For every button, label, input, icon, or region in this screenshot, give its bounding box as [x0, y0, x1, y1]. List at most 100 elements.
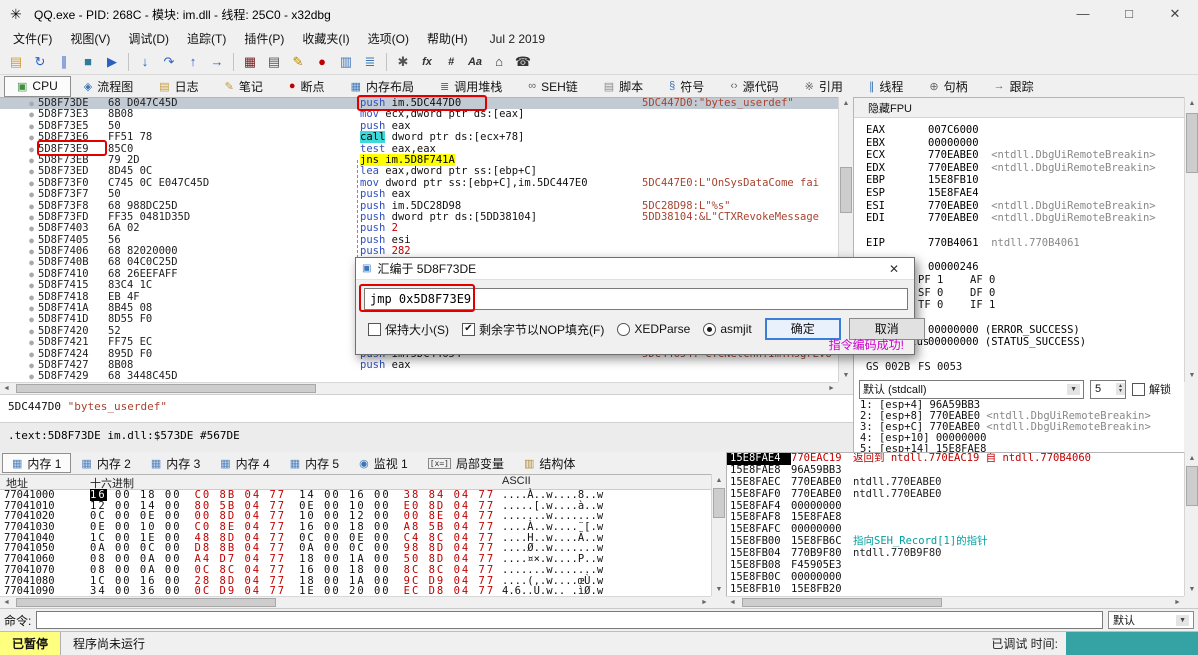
menu-item-view[interactable]: 视图(V)	[61, 28, 119, 49]
tab-graph[interactable]: ◈ 流程图	[71, 76, 146, 97]
notes-icon[interactable]: ✎	[286, 51, 310, 73]
keep-size-checkbox[interactable]: 保持大小(S)	[368, 321, 449, 338]
disasm-row[interactable]: ● 5D8F7429 68 3448C45D	[0, 370, 838, 382]
scroll-thumb[interactable]	[840, 167, 852, 213]
breakpoint-dot[interactable]: ●	[0, 235, 38, 246]
step-out-icon[interactable]: ↑	[181, 51, 205, 73]
settings-gear-icon[interactable]: ✱	[391, 51, 415, 73]
breakpoint-dot[interactable]: ●	[0, 223, 38, 234]
tab-memory-map[interactable]: ▦ 内存布局	[338, 76, 427, 97]
register-row[interactable]: EBP 15E8FB10	[866, 174, 1184, 187]
breakpoint-dot[interactable]: ●	[0, 360, 38, 371]
dialog-title-bar[interactable]: ▣ 汇编于 5D8F73DE ✕	[356, 258, 914, 280]
step-into-icon[interactable]: ↓	[133, 51, 157, 73]
scroll-right-icon[interactable]: ►	[825, 383, 838, 394]
scroll-up-icon[interactable]: ▲	[1185, 452, 1198, 465]
tab-locals[interactable]: [x=] 局部变量	[418, 453, 514, 473]
scroll-left-icon[interactable]: ◄	[0, 383, 13, 394]
breakpoint-dot[interactable]: ●	[0, 189, 38, 200]
breakpoint-dot[interactable]: ●	[0, 109, 38, 120]
scroll-thumb[interactable]	[713, 488, 725, 518]
open-folder-icon[interactable]: ▤	[4, 51, 28, 73]
arg-count-spinner[interactable]: 5 ▲ ▼	[1090, 379, 1126, 399]
scroll-thumb[interactable]	[1186, 113, 1198, 173]
call-stack-icon[interactable]: ≣	[358, 51, 382, 73]
scroll-left-icon[interactable]: ◄	[726, 597, 739, 608]
tab-source[interactable]: ‹› 源代码	[717, 76, 791, 97]
log-icon[interactable]: ▤	[262, 51, 286, 73]
scroll-thumb[interactable]	[16, 598, 276, 607]
run-to-cursor-icon[interactable]: →	[205, 51, 229, 73]
flag-value[interactable]: SF 0	[918, 287, 970, 300]
stack-row[interactable]: 15E8FAF0 770EABE0 ntdll.770EABE0	[727, 488, 1184, 501]
scroll-thumb[interactable]	[1186, 466, 1198, 506]
scroll-left-icon[interactable]: ◄	[0, 597, 13, 608]
registers-scrollbar[interactable]: ▲ ▼	[1184, 97, 1198, 382]
breakpoint-dot[interactable]: ●	[0, 269, 38, 280]
tab-notes[interactable]: ✎ 笔记	[212, 76, 276, 97]
disasm-row[interactable]: ● 5D8F73E3 8B08 mov ecx,dword ptr ds:[eax]	[0, 108, 838, 120]
breakpoint-dot[interactable]: ●	[0, 280, 38, 291]
stack-hscrollbar[interactable]: ◄ ►	[726, 596, 1184, 608]
scroll-thumb[interactable]	[742, 598, 942, 607]
breakpoint-dot[interactable]: ●	[0, 257, 38, 268]
register-row[interactable]: ECX 770EABE0 <ntdll.DbgUiRemoteBreakin>	[866, 149, 1184, 162]
font-icon[interactable]: Aa	[463, 51, 487, 73]
flag-value[interactable]: FS 0053	[918, 361, 970, 374]
scroll-down-icon[interactable]: ▼	[839, 369, 853, 382]
tab-memory-1[interactable]: ▦ 内存 1	[2, 453, 72, 473]
register-row[interactable]: ESP 15E8FAE4	[866, 187, 1184, 200]
breakpoint-dot[interactable]: ●	[0, 337, 38, 348]
tab-struct[interactable]: ▥ 结构体	[514, 453, 585, 473]
menu-item-favourites[interactable]: 收藏夹(I)	[293, 28, 358, 49]
dump-row[interactable]: 77041070 08 00 0A 00 0C 8C 04 77 16 00 18 0…	[0, 564, 711, 576]
stop-icon[interactable]: ■	[76, 51, 100, 73]
menu-item-options[interactable]: 选项(O)	[359, 28, 418, 49]
stack-scrollbar[interactable]: ▲ ▼	[1184, 452, 1198, 596]
breakpoint-dot[interactable]: ●	[0, 292, 38, 303]
asmjit-radio[interactable]: asmjit	[703, 322, 752, 336]
dialog-close-icon[interactable]: ✕	[880, 262, 908, 276]
breakpoint-dot[interactable]: ●	[0, 144, 38, 155]
flag-value[interactable]: PF 1	[918, 274, 970, 287]
menu-item-file[interactable]: 文件(F)	[4, 28, 61, 49]
stack-row[interactable]: 15E8FB10 15E8FB20	[727, 583, 1184, 596]
scroll-up-icon[interactable]: ▲	[1185, 97, 1198, 110]
breakpoint-dot[interactable]: ●	[0, 371, 38, 382]
nop-fill-checkbox[interactable]: ✔ 剩余字节以NOP填充(F)	[462, 321, 604, 338]
command-script-combo[interactable]: 默认 ▼	[1108, 611, 1194, 629]
dump-scrollbar[interactable]: ▲ ▼	[711, 474, 726, 596]
hash-icon[interactable]: #	[439, 51, 463, 73]
register-row[interactable]: EIP 770B4061 ntdll.770B4061	[866, 237, 1184, 250]
tab-breakpoints[interactable]: ● 断点	[276, 76, 338, 97]
flag-value[interactable]: GS 002B	[866, 361, 918, 374]
breakpoint-dot[interactable]: ●	[0, 212, 38, 223]
menu-item-plugins[interactable]: 插件(P)	[235, 28, 293, 49]
breakpoint-dot[interactable]: ●	[0, 314, 38, 325]
disasm-hscrollbar[interactable]: ◄ ►	[0, 382, 838, 394]
memory-map-icon[interactable]: ▥	[334, 51, 358, 73]
tab-seh[interactable]: ∞ SEH链	[515, 76, 591, 97]
stack-row[interactable]: 15E8FAEC 770EABE0 ntdll.770EABE0	[727, 476, 1184, 489]
flag-value[interactable]: TF 0	[918, 299, 970, 312]
tab-symbols[interactable]: § 符号	[656, 76, 717, 97]
tab-cpu[interactable]: ▣ CPU	[4, 75, 71, 97]
tab-threads[interactable]: ∥ 线程	[856, 76, 917, 97]
run-icon[interactable]: ▶	[100, 51, 124, 73]
scroll-down-icon[interactable]: ▼	[1185, 369, 1198, 382]
scroll-down-icon[interactable]: ▼	[1185, 583, 1198, 596]
restart-icon[interactable]: ↻	[28, 51, 52, 73]
argument-row[interactable]: 5: [esp+14] 15E8FAE8	[860, 444, 1151, 453]
breakpoint-dot[interactable]: ●	[0, 246, 38, 257]
calling-convention-combo[interactable]: 默认 (stdcall) ▼	[859, 379, 1084, 399]
phone-icon[interactable]: ☎	[511, 51, 535, 73]
xedparse-radio[interactable]: XEDParse	[617, 322, 690, 336]
breakpoint-dot[interactable]: ●	[0, 98, 38, 109]
breakpoint-dot[interactable]: ●	[0, 155, 38, 166]
breakpoint-dot[interactable]: ●	[0, 121, 38, 132]
dump-hscrollbar[interactable]: ◄ ►	[0, 596, 711, 608]
register-row[interactable]: EDI 770EABE0 <ntdll.DbgUiRemoteBreakin>	[866, 212, 1184, 225]
breakpoint-dot[interactable]: ●	[0, 178, 38, 189]
flag-value[interactable]: DF 0	[970, 287, 1022, 300]
stack-row[interactable]: 15E8FB0C 00000000	[727, 571, 1184, 584]
